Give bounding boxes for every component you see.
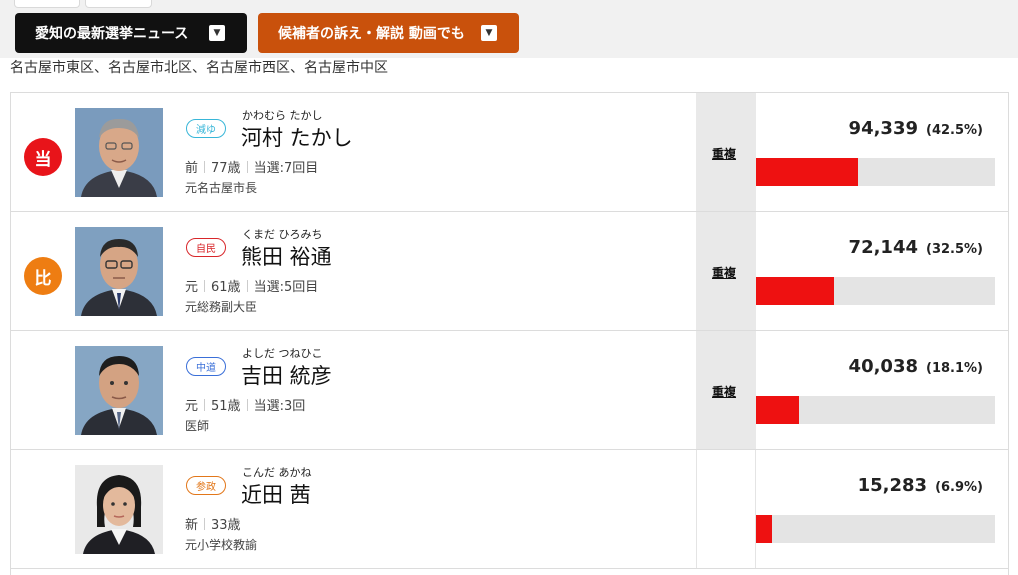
candidate-age: 61歳 [211, 280, 241, 295]
duplicate-cell: 重複 [696, 212, 756, 330]
incumbency-status: 元 [185, 399, 199, 414]
vote-percentage: (18.1%) [926, 361, 983, 376]
vote-bar-fill [756, 158, 858, 186]
results-table: 当 減ゆ かわむら たかし 河村 たかし 前 77歳 当選:7回目 元名古屋市長 重… [10, 92, 1009, 569]
vote-count: 94,339 (42.5%) [849, 118, 983, 139]
incumbency-status: 新 [185, 518, 199, 533]
duplicate-link[interactable]: 重複 [712, 145, 736, 162]
duplicate-link[interactable]: 重複 [712, 264, 736, 281]
candidate-age: 33歳 [211, 518, 241, 533]
candidate-row: 当 減ゆ かわむら たかし 河村 たかし 前 77歳 当選:7回目 元名古屋市長 重… [10, 93, 1009, 212]
proportional-badge: 比 [24, 257, 62, 295]
duplicate-cell: 重複 [696, 331, 756, 449]
candidate-kana: こんだ あかね [242, 466, 312, 479]
vote-number: 40,038 [848, 356, 919, 377]
latest-news-label: 愛知の最新選挙ニュース [35, 26, 189, 42]
candidate-career: 元名古屋市長 [185, 181, 258, 195]
win-count: 当選:7回目 [253, 161, 319, 176]
vote-count: 15,283 (6.9%) [858, 475, 983, 496]
dropdown-arrow-icon: ▼ [209, 25, 225, 41]
vote-bar-track [756, 515, 995, 543]
party-badge: 減ゆ [186, 119, 226, 138]
candidate-career: 医師 [185, 419, 210, 433]
vote-number: 72,144 [848, 237, 919, 258]
dropdown-arrow-icon: ▼ [481, 25, 497, 41]
vote-bar-fill [756, 515, 773, 543]
candidate-row: 比 自民 くまだ ひろみち 熊田 裕通 元 61歳 当選:5回目 元総務副大臣 重複 [10, 212, 1009, 331]
candidate-meta: 前 77歳 当選:7回目 [185, 157, 318, 176]
candidate-meta: 元 51歳 当選:3回 [185, 395, 305, 414]
candidate-photo[interactable] [75, 108, 163, 197]
party-badge: 中道 [186, 357, 226, 376]
candidate-row: 中道 よしだ つねひこ 吉田 統彦 元 51歳 当選:3回 医師 重複 40,038… [10, 331, 1009, 450]
candidate-kana: かわむら たかし [242, 109, 323, 122]
district-areas: 名古屋市東区、名古屋市北区、名古屋市西区、名古屋市中区 [10, 60, 388, 76]
candidate-name: 河村 たかし [241, 126, 353, 150]
party-badge: 自民 [186, 238, 226, 257]
vote-number: 15,283 [857, 475, 928, 496]
candidate-name: 熊田 裕通 [241, 245, 332, 269]
elected-badge: 当 [24, 138, 62, 176]
vote-bar-track [756, 277, 995, 305]
duplicate-link[interactable]: 重複 [712, 383, 736, 400]
candidate-career: 元総務副大臣 [185, 300, 258, 314]
candidate-meta: 元 61歳 当選:5回目 [185, 276, 318, 295]
incumbency-status: 元 [185, 280, 199, 295]
vote-bar-fill [756, 396, 800, 424]
candidate-video-button[interactable]: 候補者の訴え・解説 動画でも ▼ [258, 13, 519, 53]
candidate-name: 近田 茜 [241, 483, 311, 507]
candidate-age: 77歳 [211, 161, 241, 176]
latest-news-button[interactable]: 愛知の最新選挙ニュース ▼ [15, 13, 247, 53]
candidate-age: 51歳 [211, 399, 241, 414]
candidate-meta: 新 33歳 [185, 514, 241, 533]
vote-bar-fill [756, 277, 834, 305]
party-badge: 参政 [186, 476, 226, 495]
duplicate-cell: 重複 [696, 93, 756, 211]
vote-count: 72,144 (32.5%) [849, 237, 983, 258]
win-count: 当選:3回 [253, 399, 306, 414]
incumbency-status: 前 [185, 161, 199, 176]
candidate-photo[interactable] [75, 227, 163, 316]
tab-stub-2[interactable] [85, 0, 152, 8]
candidate-photo[interactable] [75, 346, 163, 435]
top-band: 愛知の最新選挙ニュース ▼ 候補者の訴え・解説 動画でも ▼ [0, 0, 1018, 58]
vote-percentage: (42.5%) [926, 123, 983, 138]
vote-bar-track [756, 396, 995, 424]
candidate-career: 元小学校教諭 [185, 538, 258, 552]
tab-stub-1[interactable] [14, 0, 80, 8]
vote-bar-track [756, 158, 995, 186]
candidate-video-label: 候補者の訴え・解説 動画でも [278, 26, 465, 42]
candidate-photo[interactable] [75, 465, 163, 554]
candidate-name: 吉田 統彦 [241, 364, 332, 388]
vote-percentage: (6.9%) [935, 480, 983, 495]
duplicate-cell [696, 450, 756, 568]
vote-number: 94,339 [848, 118, 919, 139]
vote-percentage: (32.5%) [926, 242, 983, 257]
next-row-stub [10, 568, 1009, 575]
vote-count: 40,038 (18.1%) [849, 356, 983, 377]
candidate-kana: よしだ つねひこ [242, 347, 323, 360]
candidate-kana: くまだ ひろみち [242, 228, 323, 241]
candidate-row: 参政 こんだ あかね 近田 茜 新 33歳 元小学校教諭 15,283 (6.9%) [10, 450, 1009, 569]
win-count: 当選:5回目 [253, 280, 319, 295]
